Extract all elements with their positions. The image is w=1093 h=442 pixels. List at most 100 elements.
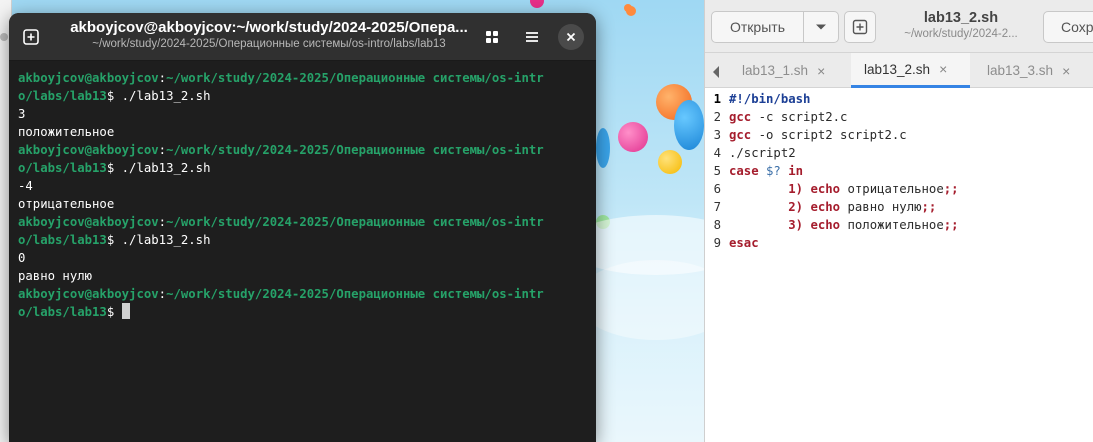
prompt-user: akboyjcov@akboyjcov [18, 215, 159, 229]
code-line-text: gcc -c script2.c [725, 108, 847, 126]
editor-tab-lab13-3-sh[interactable]: lab13_3.sh × [974, 53, 1093, 88]
chevron-down-icon[interactable] [804, 12, 838, 42]
editor-title: lab13_2.sh [923, 10, 999, 26]
code-line-text: ./script2 [725, 144, 796, 162]
code-line: 4 ./script2 [705, 144, 1093, 162]
prompt-path: ~/work/study/2024-2025/Операционные сист… [166, 143, 544, 157]
code-line: 9 esac [705, 234, 1093, 252]
code-line-text: 2) echo равно нулю;; [725, 198, 936, 216]
chevron-left-icon[interactable] [711, 64, 723, 78]
line-number: 5 [713, 164, 721, 178]
terminal-command: ./lab13_2.sh [114, 89, 211, 103]
line-number: 4 [713, 146, 721, 160]
terminal-cursor [121, 303, 130, 319]
terminal-output[interactable]: akboyjcov@akboyjcov:~/work/study/2024-20… [9, 69, 596, 442]
terminal-prompt-line: akboyjcov@akboyjcov:~/work/study/2024-20… [18, 141, 596, 159]
terminal-title: akboyjcov@akboyjcov:~/work/study/2024-20… [70, 19, 468, 36]
code-token: echo [810, 218, 841, 232]
terminal-title-block: akboyjcov@akboyjcov:~/work/study/2024-20… [59, 19, 479, 50]
terminal-output-line: -4 [18, 179, 33, 193]
tab-label: lab13_1.sh [742, 63, 809, 78]
code-editor-area[interactable]: 1 #!/bin/bash 2 gcc -c script2.c 3 gcc -o scr… [705, 90, 1093, 442]
editor-header-bar: Открыть lab13_2.sh ~/work/study/2024-2..… [705, 0, 1093, 53]
terminal-header-bar[interactable]: akboyjcov@akboyjcov:~/work/study/2024-20… [9, 13, 596, 61]
code-token: ;; [943, 182, 959, 196]
code-token: ;; [921, 200, 937, 214]
editor-tab-bar: lab13_1.sh × lab13_2.sh × lab13_3.sh × [705, 53, 1093, 88]
code-token: echo [810, 200, 841, 214]
editor-tab-lab13-2-sh[interactable]: lab13_2.sh × [851, 53, 970, 88]
code-line: 1 #!/bin/bash [705, 90, 1093, 108]
code-token: gcc [729, 128, 752, 142]
code-token: положительное [840, 218, 944, 232]
new-document-icon[interactable] [844, 11, 876, 43]
text-editor-window[interactable]: Открыть lab13_2.sh ~/work/study/2024-2..… [704, 0, 1093, 442]
prompt-path-cont: o/labs/lab13 [18, 161, 107, 175]
code-token: ./script2 [729, 146, 796, 160]
code-token: -o script2 script2.c [751, 128, 907, 142]
code-token: 3) [788, 218, 804, 232]
prompt-path: ~/work/study/2024-2025/Операционные сист… [166, 215, 544, 229]
terminal-command [114, 305, 121, 319]
grid-icon[interactable] [480, 25, 504, 49]
close-icon[interactable] [558, 24, 584, 50]
terminal-prompt-line-wrap: o/labs/lab13$ [18, 303, 596, 321]
code-token: $? [766, 164, 781, 178]
code-line: 6 1) echo отрицательное;; [705, 180, 1093, 198]
line-number: 2 [713, 110, 721, 124]
tab-close-icon[interactable]: × [939, 61, 947, 77]
terminal-subtitle: ~/work/study/2024-2025/Операционные сист… [92, 38, 446, 50]
code-token: 1) [788, 182, 804, 196]
prompt-separator: : [158, 215, 167, 229]
terminal-prompt-line-wrap: o/labs/lab13$ ./lab13_2.sh [18, 231, 596, 249]
code-line: 3 gcc -o script2 script2.c [705, 126, 1093, 144]
terminal-output-line: 3 [18, 107, 26, 121]
line-number: 1 [713, 92, 721, 106]
plus-square-icon[interactable] [19, 25, 43, 49]
code-token: esac [729, 236, 759, 250]
terminal-prompt-line: akboyjcov@akboyjcov:~/work/study/2024-20… [18, 213, 596, 231]
tab-close-icon[interactable]: × [1062, 63, 1070, 79]
terminal-command: ./lab13_2.sh [114, 233, 211, 247]
prompt-user: akboyjcov@akboyjcov [18, 143, 159, 157]
save-button[interactable]: Сохр [1043, 11, 1093, 43]
prompt-path: ~/work/study/2024-2025/Операционные сист… [166, 287, 544, 301]
terminal-prompt-line-wrap: o/labs/lab13$ ./lab13_2.sh [18, 159, 596, 177]
code-token: in [788, 164, 804, 178]
code-token: -c script2.c [751, 110, 848, 124]
prompt-separator: : [158, 143, 167, 157]
code-line-text: esac [725, 234, 759, 252]
terminal-prompt-line: akboyjcov@akboyjcov:~/work/study/2024-20… [18, 285, 596, 303]
code-token: отрицательное [840, 182, 944, 196]
open-button[interactable]: Открыть [712, 12, 804, 42]
line-number: 8 [713, 218, 721, 232]
prompt-path-cont: o/labs/lab13 [18, 305, 107, 319]
code-line-text: 3) echo положительное;; [725, 216, 958, 234]
terminal-prompt-line: akboyjcov@akboyjcov:~/work/study/2024-20… [18, 69, 596, 87]
line-number: 3 [713, 128, 721, 142]
code-line: 8 3) echo положительное;; [705, 216, 1093, 234]
hamburger-menu-icon[interactable] [520, 25, 544, 49]
tab-label: lab13_3.sh [987, 63, 1054, 78]
code-token: echo [810, 182, 841, 196]
terminal-window[interactable]: akboyjcov@akboyjcov:~/work/study/2024-20… [9, 13, 596, 442]
window-control-icon [0, 33, 8, 41]
line-number: 6 [713, 182, 721, 196]
terminal-prompt-line-wrap: o/labs/lab13$ ./lab13_2.sh [18, 87, 596, 105]
code-token: case [729, 164, 759, 178]
prompt-separator: : [158, 71, 167, 85]
code-line-text: 1) echo отрицательное;; [725, 180, 959, 198]
code-token: 2) [788, 200, 804, 214]
tab-label: lab13_2.sh [864, 61, 931, 77]
tab-close-icon[interactable]: × [817, 63, 825, 79]
prompt-user: akboyjcov@akboyjcov [18, 287, 159, 301]
code-line: 7 2) echo равно нулю;; [705, 198, 1093, 216]
terminal-output-line: положительное [18, 125, 115, 139]
prompt-path-cont: o/labs/lab13 [18, 89, 107, 103]
open-button-group[interactable]: Открыть [711, 11, 839, 43]
editor-tab-lab13-1-sh[interactable]: lab13_1.sh × [729, 53, 854, 88]
